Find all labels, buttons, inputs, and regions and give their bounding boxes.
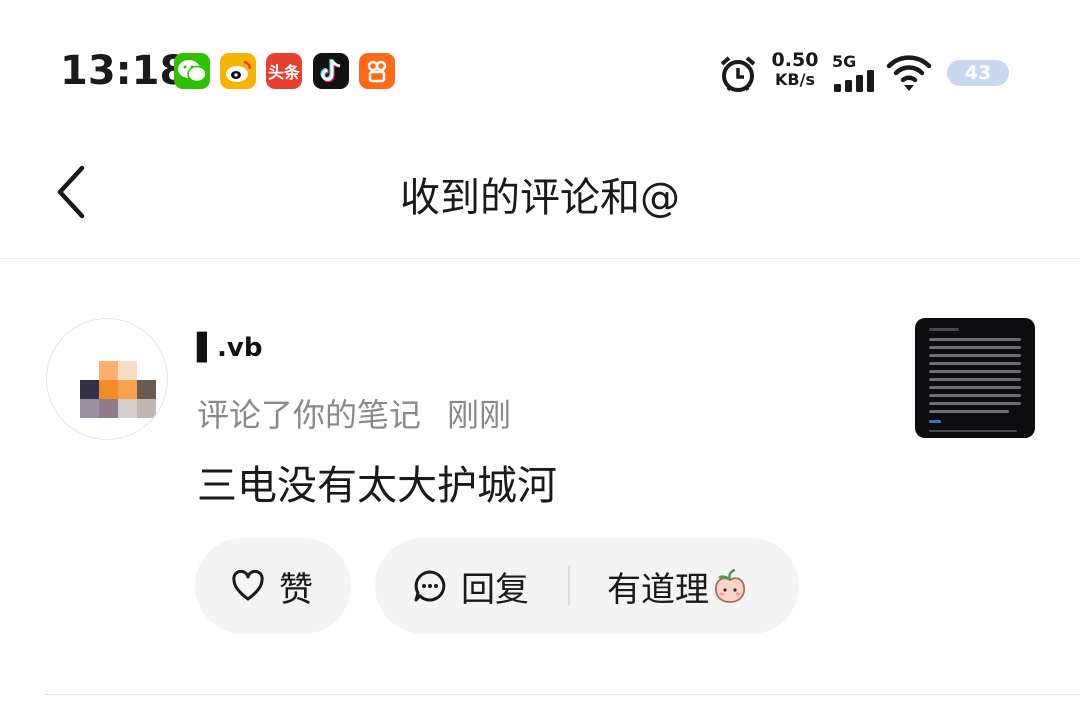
- battery-indicator: 43: [947, 60, 1009, 86]
- wechat-icon: [174, 53, 210, 89]
- signal-icon: [834, 70, 876, 92]
- net-speed: 0.50 KB/s: [770, 50, 820, 90]
- comment-text[interactable]: 三电没有太大护城河: [197, 453, 557, 511]
- alarm-icon: [718, 54, 758, 94]
- like-label: 赞: [279, 569, 313, 610]
- reply-actions: 回复 有道理: [375, 538, 799, 634]
- chat-bubble-icon: [414, 570, 446, 602]
- quick-reply-label: 有道理: [607, 569, 709, 610]
- timestamp: 刚刚: [447, 396, 512, 434]
- divider: [568, 566, 570, 606]
- avatar[interactable]: [46, 318, 168, 440]
- douyin-icon: [313, 53, 349, 89]
- reply-label: 回复: [461, 569, 529, 610]
- net-speed-unit: KB/s: [775, 70, 815, 89]
- net-speed-value: 0.50: [771, 49, 819, 71]
- peach-emoji-icon: [714, 568, 746, 603]
- quick-reply-button[interactable]: 有道理: [607, 538, 747, 634]
- like-button[interactable]: 赞: [195, 538, 351, 634]
- reply-button[interactable]: 回复: [413, 538, 529, 634]
- wifi-icon: [886, 52, 932, 92]
- network-type: 5G: [832, 52, 857, 71]
- toutiao-icon-label: 头条: [267, 63, 300, 82]
- status-bar: 13:18 头条 0.50 KB/s 5G 43: [0, 0, 1080, 140]
- like-button-content: 赞: [231, 538, 313, 634]
- note-thumbnail[interactable]: [915, 318, 1035, 438]
- weibo-icon: [220, 53, 256, 89]
- notification-meta: 评论了你的笔记 刚刚: [197, 390, 511, 436]
- action-text: 评论了你的笔记: [197, 396, 422, 434]
- toutiao-icon: 头条: [266, 53, 302, 89]
- kuaishou-icon: [359, 53, 395, 89]
- heart-icon: [232, 570, 264, 601]
- item-divider: [45, 694, 1080, 695]
- page-header: 收到的评论和@: [0, 140, 1080, 259]
- page-title: 收到的评论和@: [400, 175, 680, 221]
- status-time: 13:18: [60, 48, 188, 94]
- username[interactable]: ▌.vb: [197, 333, 262, 363]
